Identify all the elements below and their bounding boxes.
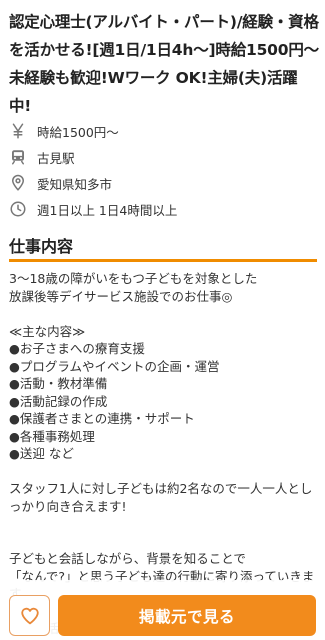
heart-icon — [19, 605, 41, 627]
info-row-station: 古見駅 — [9, 144, 319, 170]
job-info-list: 時給1500円〜 古見駅 愛知県知多市 週1日以上 1日4時間以上 — [9, 118, 319, 222]
schedule-text: 週1日以上 1日4時間以上 — [37, 202, 178, 218]
info-row-location: 愛知県知多市 — [9, 170, 319, 196]
yen-icon — [9, 122, 27, 140]
info-row-wage: 時給1500円〜 — [9, 118, 319, 144]
train-icon — [9, 148, 27, 166]
location-text: 愛知県知多市 — [37, 176, 113, 192]
job-title: 認定心理士(アルバイト・パート)/経験・資格を活かせる![週1日/1日4h〜]時… — [9, 13, 319, 115]
view-original-button[interactable]: 掲載元で見る — [58, 595, 316, 636]
clock-icon — [9, 200, 27, 218]
map-pin-icon — [9, 174, 27, 192]
info-row-schedule: 週1日以上 1日4時間以上 — [9, 196, 319, 222]
section-divider — [9, 259, 317, 262]
station-text: 古見駅 — [37, 150, 75, 166]
favorite-button[interactable] — [9, 595, 50, 636]
wage-text: 時給1500円〜 — [37, 124, 119, 140]
section-heading: 仕事内容 — [9, 237, 74, 256]
